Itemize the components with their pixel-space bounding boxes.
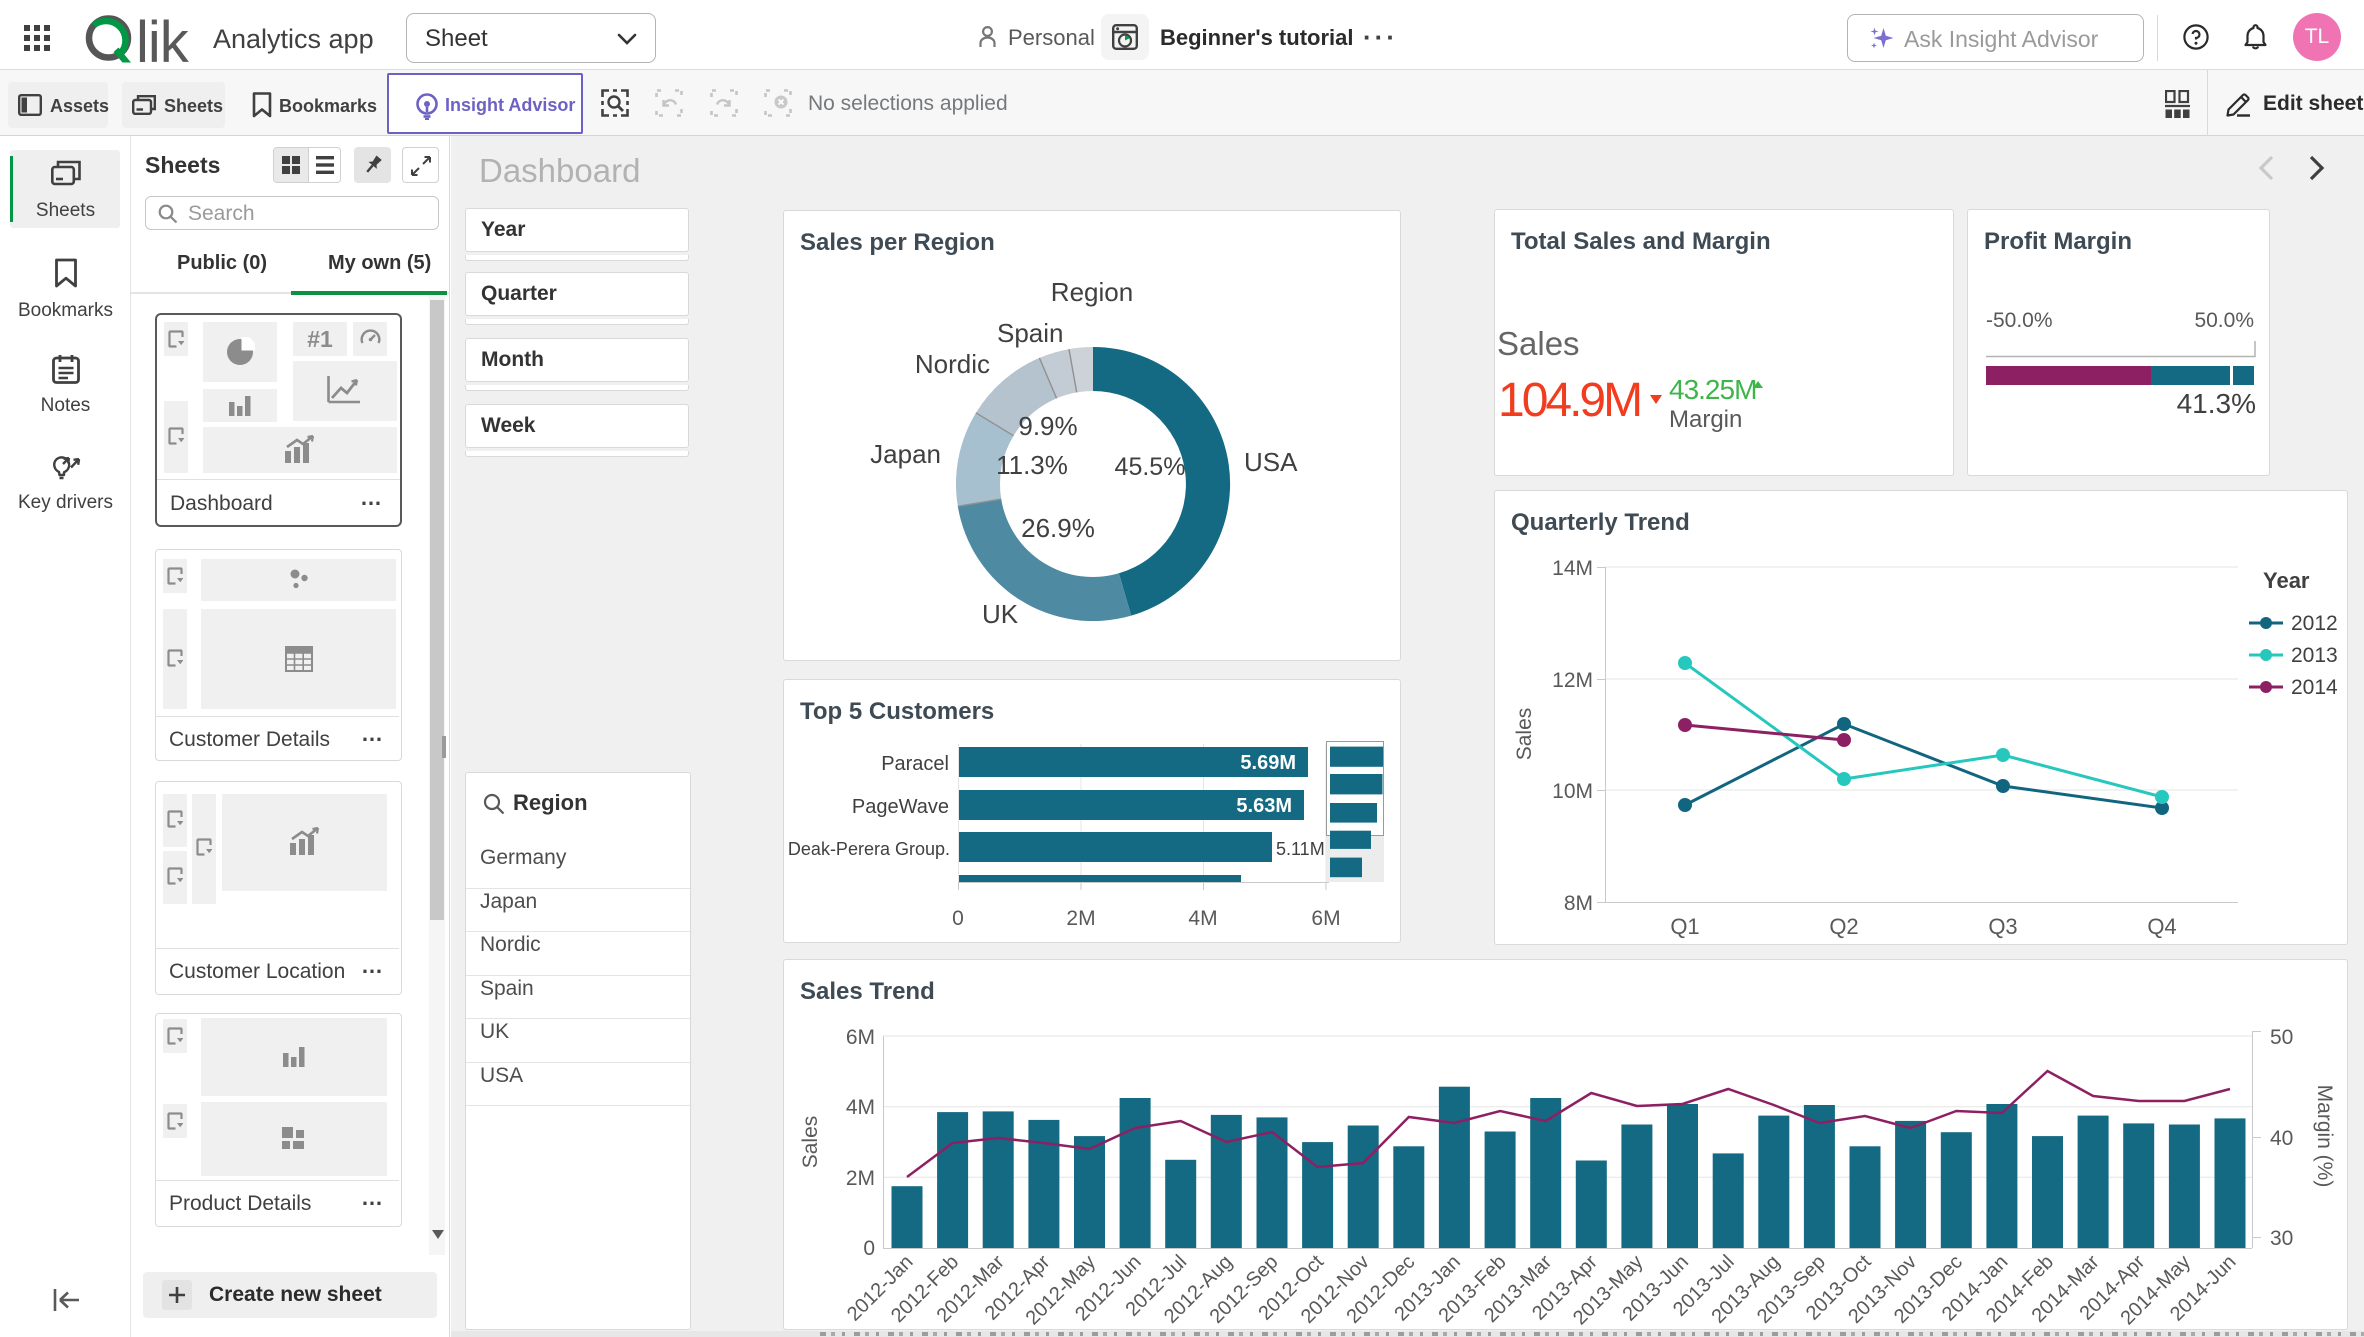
svg-text:Sales: Sales <box>1513 708 1536 761</box>
svg-text:5.63M: 5.63M <box>1236 795 1292 817</box>
svg-text:12M: 12M <box>1552 669 1593 692</box>
svg-text:Sales: Sales <box>799 1116 822 1169</box>
svg-text:4M: 4M <box>1188 907 1217 930</box>
svg-text:2M: 2M <box>846 1167 875 1190</box>
svg-text:Spain: Spain <box>997 318 1064 348</box>
svg-text:Nordic: Nordic <box>915 349 990 379</box>
svg-text:USA: USA <box>1244 447 1298 477</box>
svg-text:Q3: Q3 <box>1988 914 2017 939</box>
svg-text:Q2: Q2 <box>1829 914 1858 939</box>
svg-text:8M: 8M <box>1564 892 1593 915</box>
svg-text:PageWave: PageWave <box>852 796 949 818</box>
svg-text:30: 30 <box>2270 1227 2293 1250</box>
svg-text:Japan: Japan <box>870 439 941 469</box>
svg-text:UK: UK <box>982 599 1019 629</box>
svg-text:Paracel: Paracel <box>881 753 949 775</box>
svg-text:6M: 6M <box>1311 907 1340 930</box>
svg-text:26.9%: 26.9% <box>1021 513 1095 543</box>
svg-text:0: 0 <box>863 1237 875 1260</box>
svg-text:5.11M: 5.11M <box>1276 839 1325 859</box>
svg-text:14M: 14M <box>1552 557 1593 580</box>
svg-text:2012: 2012 <box>2291 612 2338 635</box>
svg-text:Q1: Q1 <box>1670 914 1699 939</box>
svg-text:9.9%: 9.9% <box>1018 411 1077 441</box>
svg-text:lik: lik <box>136 11 190 65</box>
svg-text:41.3%: 41.3% <box>2177 388 2256 419</box>
svg-text:Q4: Q4 <box>2147 914 2176 939</box>
svg-text:10M: 10M <box>1552 780 1593 803</box>
svg-text:45.5%: 45.5% <box>1115 453 1186 481</box>
svg-text:11.3%: 11.3% <box>996 450 1068 480</box>
svg-text:2014: 2014 <box>2291 676 2338 699</box>
svg-text:50: 50 <box>2270 1026 2293 1049</box>
svg-text:2013: 2013 <box>2291 644 2338 667</box>
svg-text:Year: Year <box>2263 568 2310 593</box>
svg-text:Deak-Perera Group.: Deak-Perera Group. <box>788 839 950 859</box>
svg-text:Region: Region <box>1051 277 1133 307</box>
svg-text:2M: 2M <box>1066 907 1095 930</box>
svg-text:6M: 6M <box>846 1026 875 1049</box>
svg-text:5.69M: 5.69M <box>1240 752 1296 774</box>
svg-text:Margin (%): Margin (%) <box>2313 1085 2336 1188</box>
svg-text:4M: 4M <box>846 1096 875 1119</box>
svg-text:40: 40 <box>2270 1127 2293 1150</box>
svg-text:0: 0 <box>952 907 964 930</box>
